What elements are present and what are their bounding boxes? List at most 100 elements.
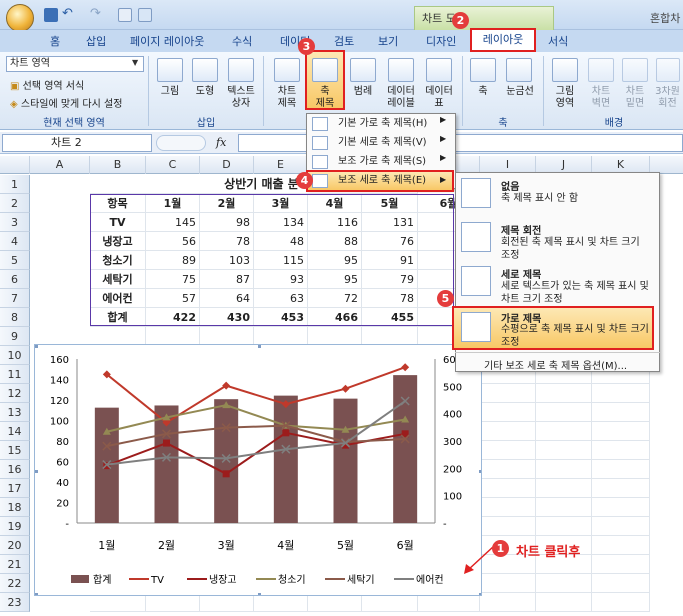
empty-cell[interactable] bbox=[480, 593, 536, 612]
empty-cell[interactable] bbox=[592, 384, 650, 403]
tab-page-layout[interactable]: 페이지 레이아웃 bbox=[130, 33, 204, 51]
row-label-cell[interactable]: TV bbox=[90, 213, 146, 232]
row-header[interactable]: 11 bbox=[0, 365, 30, 384]
column-header[interactable]: C bbox=[146, 156, 200, 174]
row-label-cell[interactable]: 냉장고 bbox=[90, 232, 146, 251]
empty-cell[interactable] bbox=[480, 441, 536, 460]
option-vertical-title[interactable]: 세로 제목 bbox=[501, 266, 541, 281]
empty-cell[interactable] bbox=[536, 460, 592, 479]
empty-cell[interactable] bbox=[592, 441, 650, 460]
data-cell[interactable]: 91 bbox=[362, 251, 418, 270]
column-header[interactable]: B bbox=[90, 156, 146, 174]
tab-design[interactable]: 디자인 bbox=[426, 33, 456, 51]
column-header[interactable]: A bbox=[30, 156, 90, 174]
empty-cell[interactable] bbox=[480, 384, 536, 403]
axes-button[interactable]: 축 bbox=[468, 86, 498, 98]
data-cell[interactable]: 98 bbox=[200, 213, 254, 232]
row-header[interactable]: 9 bbox=[0, 327, 30, 346]
data-table-button[interactable]: 데이터 표 bbox=[420, 86, 458, 110]
data-cell[interactable]: 48 bbox=[254, 232, 308, 251]
menu-secondary-horizontal-axis-title[interactable]: 보조 가로 축 제목(S) bbox=[308, 152, 456, 171]
data-cell[interactable]: 145 bbox=[146, 213, 200, 232]
data-cell[interactable]: 116 bbox=[308, 213, 362, 232]
empty-cell[interactable] bbox=[480, 460, 536, 479]
data-cell[interactable]: 75 bbox=[146, 270, 200, 289]
chart-wall-button[interactable]: 차트 벽면 bbox=[584, 86, 618, 110]
data-cell[interactable]: 63 bbox=[254, 289, 308, 308]
save-icon[interactable] bbox=[44, 8, 58, 22]
empty-cell[interactable] bbox=[536, 593, 592, 612]
rotation-3d-button[interactable]: 3차원 회전 bbox=[652, 86, 683, 110]
row-header[interactable]: 14 bbox=[0, 422, 30, 441]
empty-cell[interactable] bbox=[480, 403, 536, 422]
column-header[interactable]: E bbox=[254, 156, 308, 174]
row-label-cell[interactable]: 합계 bbox=[90, 308, 146, 327]
select-all-corner[interactable] bbox=[0, 156, 30, 174]
office-button[interactable] bbox=[6, 4, 34, 32]
empty-cell[interactable] bbox=[480, 498, 536, 517]
data-cell[interactable]: 455 bbox=[362, 308, 418, 327]
chart-title-button[interactable]: 차트 제목 bbox=[270, 86, 304, 110]
empty-cell[interactable] bbox=[536, 422, 592, 441]
empty-cell[interactable] bbox=[536, 384, 592, 403]
empty-cell[interactable] bbox=[536, 498, 592, 517]
tab-formulas[interactable]: 수식 bbox=[232, 33, 252, 51]
row-label-cell[interactable]: 청소기 bbox=[90, 251, 146, 270]
row-header[interactable]: 22 bbox=[0, 574, 30, 593]
row-label-cell[interactable]: 세탁기 bbox=[90, 270, 146, 289]
chevron-down-icon[interactable]: ▼ bbox=[132, 58, 138, 67]
insert-picture-button[interactable]: 그림 bbox=[154, 86, 186, 98]
data-cell[interactable]: 422 bbox=[146, 308, 200, 327]
more-options-link[interactable]: 기타 보조 세로 축 제목 옵션(M)... bbox=[484, 357, 627, 372]
spelling-icon[interactable] bbox=[138, 8, 152, 22]
data-cell[interactable]: 95 bbox=[308, 251, 362, 270]
table-header-cell[interactable]: 4월 bbox=[308, 194, 362, 213]
data-cell[interactable]: 131 bbox=[362, 213, 418, 232]
data-cell[interactable]: 95 bbox=[308, 270, 362, 289]
option-none[interactable]: 없음 bbox=[501, 178, 519, 193]
row-header[interactable]: 20 bbox=[0, 536, 30, 555]
empty-cell[interactable] bbox=[592, 517, 650, 536]
row-header[interactable]: 21 bbox=[0, 555, 30, 574]
shapes-button[interactable]: 도형 bbox=[190, 86, 220, 98]
table-header-cell[interactable]: 2월 bbox=[200, 194, 254, 213]
data-cell[interactable]: 430 bbox=[200, 308, 254, 327]
empty-cell[interactable] bbox=[592, 574, 650, 593]
data-cell[interactable]: 57 bbox=[146, 289, 200, 308]
empty-cell[interactable] bbox=[536, 403, 592, 422]
table-header-cell[interactable]: 5월 bbox=[362, 194, 418, 213]
print-preview-icon[interactable] bbox=[118, 8, 132, 22]
empty-cell[interactable] bbox=[536, 574, 592, 593]
table-header-cell[interactable]: 1월 bbox=[146, 194, 200, 213]
table-header-cell[interactable]: 3월 bbox=[254, 194, 308, 213]
empty-cell[interactable] bbox=[536, 517, 592, 536]
row-header[interactable]: 5 bbox=[0, 251, 30, 270]
option-rotated-title[interactable]: 제목 회전 bbox=[501, 222, 541, 237]
row-header[interactable]: 10 bbox=[0, 346, 30, 365]
gridlines-button[interactable]: 눈금선 bbox=[500, 86, 540, 98]
function-icon[interactable]: fx bbox=[216, 136, 226, 149]
row-header[interactable]: 7 bbox=[0, 289, 30, 308]
reset-style-button[interactable]: ◈ 스타일에 맞게 다시 설정 bbox=[10, 95, 122, 110]
data-cell[interactable]: 453 bbox=[254, 308, 308, 327]
format-selection-button[interactable]: ▣ 선택 영역 서식 bbox=[10, 77, 84, 92]
menu-primary-vertical-axis-title[interactable]: 기본 세로 축 제목(V) bbox=[308, 133, 456, 152]
empty-cell[interactable] bbox=[592, 479, 650, 498]
tab-layout[interactable]: 레이아웃 bbox=[470, 28, 536, 52]
data-cell[interactable]: 64 bbox=[200, 289, 254, 308]
tab-review[interactable]: 검토 bbox=[334, 33, 354, 51]
empty-cell[interactable] bbox=[592, 593, 650, 612]
menu-primary-horizontal-axis-title[interactable]: 기본 가로 축 제목(H) bbox=[308, 114, 456, 133]
row-header[interactable]: 12 bbox=[0, 384, 30, 403]
row-header[interactable]: 17 bbox=[0, 479, 30, 498]
row-header[interactable]: 2 bbox=[0, 194, 30, 213]
row-header[interactable]: 16 bbox=[0, 460, 30, 479]
data-cell[interactable]: 87 bbox=[200, 270, 254, 289]
row-header[interactable]: 6 bbox=[0, 270, 30, 289]
combo-chart[interactable]: 160 140 120 100 80 60 40 20-600 500 400 300 200 100-… bbox=[34, 344, 482, 596]
row-header[interactable]: 13 bbox=[0, 403, 30, 422]
data-cell[interactable]: 78 bbox=[200, 232, 254, 251]
empty-cell[interactable] bbox=[480, 517, 536, 536]
data-cell[interactable]: 78 bbox=[362, 289, 418, 308]
data-cell[interactable]: 56 bbox=[146, 232, 200, 251]
